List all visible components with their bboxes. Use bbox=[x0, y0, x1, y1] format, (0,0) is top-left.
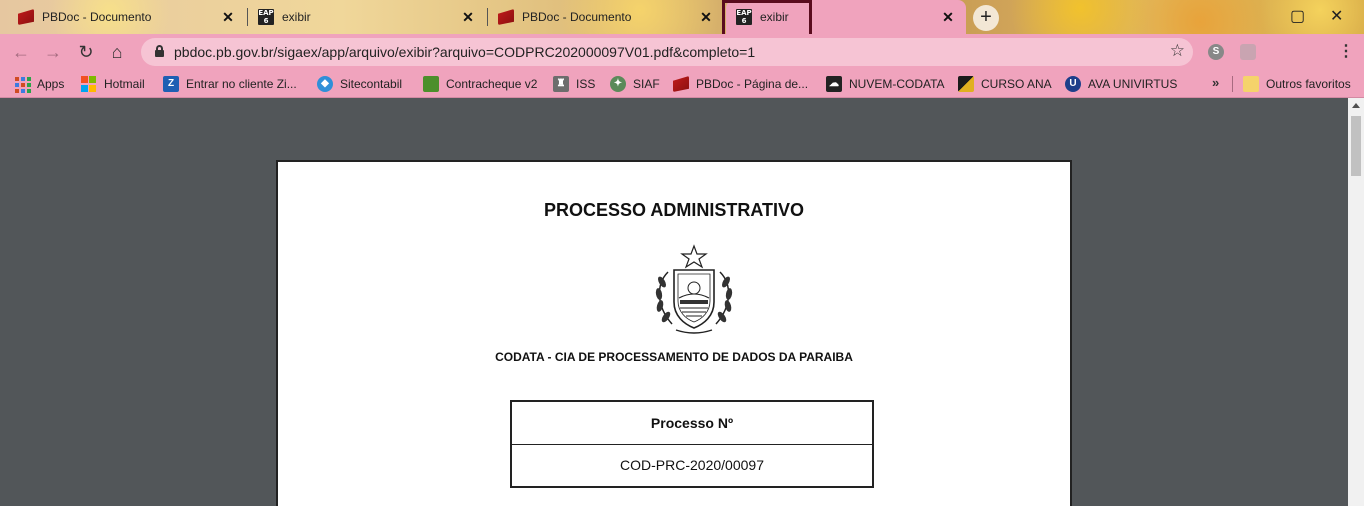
bookmark-outros-favoritos[interactable]: Outros favoritos bbox=[1243, 76, 1351, 92]
pbdoc-icon bbox=[673, 76, 689, 92]
bookmarks-overflow-icon[interactable]: » bbox=[1212, 75, 1219, 90]
cloud-icon: ☁ bbox=[826, 76, 842, 92]
document-title: PROCESSO ADMINISTRATIVO bbox=[543, 200, 804, 220]
tab-title: PBDoc - Documento bbox=[522, 10, 632, 24]
microsoft-icon bbox=[81, 76, 97, 92]
tab-pbdoc-documento-1[interactable]: PBDoc - Documento ✕ bbox=[0, 0, 246, 34]
siaf-icon: ✦ bbox=[610, 76, 626, 92]
tab-exibir-active[interactable]: EAP 6 exibir ✕ bbox=[726, 0, 966, 34]
paraiba-coat-of-arms-icon bbox=[655, 244, 733, 334]
bookmarks-divider bbox=[1232, 76, 1233, 92]
process-number-header: Processo Nº bbox=[510, 400, 874, 445]
bookmark-apps[interactable]: Apps bbox=[14, 76, 64, 93]
extension-icon[interactable] bbox=[1240, 44, 1256, 60]
eap-icon: EAP 6 bbox=[258, 9, 274, 25]
bookmark-ava-univirtus[interactable]: U AVA UNIVIRTUS bbox=[1065, 76, 1177, 92]
scroll-up-arrow-icon[interactable] bbox=[1352, 103, 1360, 108]
scrollbar-thumb[interactable] bbox=[1351, 116, 1361, 176]
tab-strip: PBDoc - Documento ✕ EAP 6 exibir ✕ PBDoc … bbox=[0, 0, 1364, 44]
process-number-value: COD-PRC-2020/00097 bbox=[510, 443, 874, 488]
ana-icon bbox=[958, 76, 974, 92]
bookmark-hotmail[interactable]: Hotmail bbox=[81, 76, 145, 92]
sitecontabil-icon: ◆ bbox=[317, 76, 333, 92]
apps-grid-icon bbox=[14, 76, 31, 93]
univirtus-icon: U bbox=[1065, 76, 1081, 92]
toolbar: ← → ↻ ⌂ pbdoc.pb.gov.br/sigaex/app/arqui… bbox=[0, 34, 1364, 70]
pbdoc-icon bbox=[498, 9, 514, 25]
new-tab-button[interactable]: + bbox=[973, 5, 999, 31]
tab-title: exibir bbox=[760, 10, 789, 24]
eap-icon: EAP 6 bbox=[736, 9, 752, 25]
url-text[interactable]: pbdoc.pb.gov.br/sigaex/app/arquivo/exibi… bbox=[174, 44, 755, 60]
table-row: COD-PRC-2020/00097 bbox=[510, 443, 874, 488]
bookmark-pbdoc[interactable]: PBDoc - Página de... bbox=[673, 76, 808, 92]
folder-icon bbox=[1243, 76, 1259, 92]
tab-pbdoc-documento-2[interactable]: PBDoc - Documento ✕ bbox=[488, 0, 724, 34]
close-window-icon[interactable]: ✕ bbox=[1330, 6, 1343, 26]
tab-exibir-1[interactable]: EAP 6 exibir ✕ bbox=[248, 0, 486, 34]
bookmark-contracheque[interactable]: Contracheque v2 bbox=[423, 76, 537, 92]
bookmark-curso-ana[interactable]: CURSO ANA bbox=[958, 76, 1052, 92]
organization-name: CODATA - CIA DE PROCESSAMENTO DE DADOS D… bbox=[495, 350, 853, 364]
table-row: Processo Nº bbox=[510, 400, 874, 445]
reload-icon[interactable]: ↻ bbox=[75, 41, 97, 63]
lock-icon bbox=[155, 45, 164, 57]
bookmark-star-icon[interactable]: ☆ bbox=[1170, 41, 1185, 61]
home-icon[interactable]: ⌂ bbox=[106, 41, 128, 63]
address-bar[interactable]: pbdoc.pb.gov.br/sigaex/app/arquivo/exibi… bbox=[141, 38, 1193, 66]
back-arrow-icon[interactable]: ← bbox=[10, 41, 32, 63]
bookmark-nuvem-codata[interactable]: ☁ NUVEM-CODATA bbox=[826, 76, 945, 92]
tab-title: exibir bbox=[282, 10, 311, 24]
bookmark-sitecontabil[interactable]: ◆ Sitecontabil bbox=[317, 76, 402, 92]
close-icon[interactable]: ✕ bbox=[460, 9, 476, 26]
restore-window-icon[interactable]: ▢ bbox=[1290, 6, 1305, 26]
bookmark-zimbra[interactable]: Z Entrar no cliente Zi... bbox=[163, 76, 297, 92]
close-icon[interactable]: ✕ bbox=[220, 9, 236, 26]
tab-title: PBDoc - Documento bbox=[42, 10, 152, 24]
pbdoc-icon bbox=[18, 9, 34, 25]
bookmarks-bar: Apps Hotmail Z Entrar no cliente Zi... ◆… bbox=[0, 70, 1364, 98]
contracheque-icon bbox=[423, 76, 439, 92]
bookmark-siaf[interactable]: ✦ SIAF bbox=[610, 76, 660, 92]
forward-arrow-icon[interactable]: → bbox=[42, 41, 64, 63]
process-number-table: Processo Nº COD-PRC-2020/00097 bbox=[510, 400, 874, 488]
iss-icon: ♜ bbox=[553, 76, 569, 92]
bookmark-iss[interactable]: ♜ ISS bbox=[553, 76, 595, 92]
zimbra-icon: Z bbox=[163, 76, 179, 92]
menu-kebab-icon[interactable]: ⋮ bbox=[1338, 41, 1354, 61]
skype-extension-icon[interactable]: S bbox=[1208, 44, 1224, 60]
pdf-page: PROCESSO ADMINISTRATIVO CODATA - CIA DE … bbox=[276, 160, 1072, 506]
vertical-scrollbar[interactable] bbox=[1348, 98, 1364, 506]
close-icon[interactable]: ✕ bbox=[698, 9, 714, 26]
close-icon[interactable]: ✕ bbox=[940, 9, 956, 26]
